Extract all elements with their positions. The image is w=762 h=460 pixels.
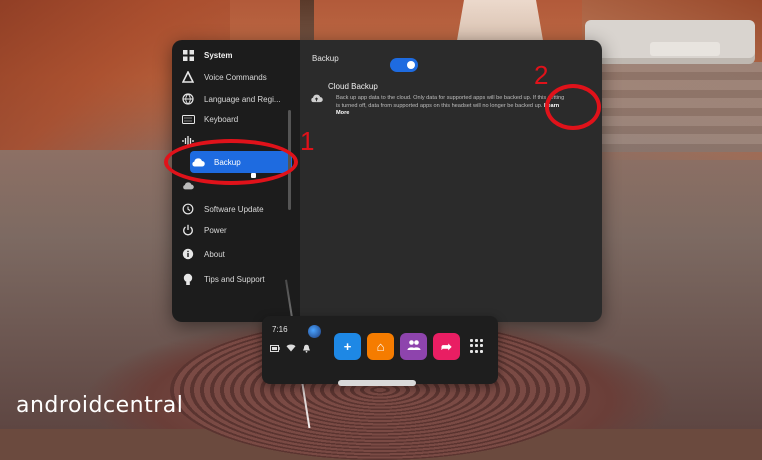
sidebar-item-power[interactable]: Power [180, 219, 292, 241]
sidebar-item-software-update[interactable]: Software Update [180, 198, 292, 220]
cloud-backup-description-text: Back up app data to the cloud. Only data… [336, 95, 565, 109]
annotation-number-1: 1 [300, 126, 315, 156]
home-indicator [338, 380, 416, 386]
toggle-knob [407, 61, 415, 69]
avatar[interactable] [308, 325, 321, 338]
keyboard-icon [180, 111, 196, 127]
bulb-icon [180, 271, 196, 287]
compass-icon: + [343, 339, 352, 354]
stone-steps [600, 62, 762, 152]
share-app-button[interactable]: ➦ [433, 333, 460, 360]
sidebar-item-label: System [204, 50, 233, 60]
sidebar-item-language[interactable]: Language and Regi... [180, 88, 292, 110]
cloud-backup-description: Back up app data to the cloud. Only data… [336, 95, 566, 118]
globe-icon [180, 91, 196, 107]
annotation-circle-backup [164, 139, 298, 185]
wifi-icon [286, 344, 296, 355]
grid-icon [180, 47, 196, 63]
sidebar-item-label: Keyboard [204, 114, 239, 124]
store-app-button[interactable]: ⌂ [367, 333, 394, 360]
sidebar-item-tips-and-support[interactable]: Tips and Support [180, 268, 292, 290]
universal-menu-taskbar: 7:16 + ⌂ ➦ [262, 316, 498, 384]
info-icon [180, 246, 196, 262]
sidebar-item-system[interactable]: System [180, 44, 292, 66]
coffee-table [650, 42, 720, 56]
cloud-backup-title: Cloud Backup [328, 82, 378, 91]
sidebar-item-label: Tips and Support [204, 274, 265, 284]
annotation-circle-toggle [545, 84, 601, 130]
explore-app-button[interactable]: + [334, 333, 361, 360]
battery-icon [270, 344, 280, 355]
store-bag-icon: ⌂ [376, 339, 385, 354]
sidebar-item-voice-commands[interactable]: Voice Commands [180, 66, 292, 88]
sidebar-item-label: About [204, 249, 225, 259]
cloud-backup-toggle[interactable] [390, 58, 418, 72]
clock: 7:16 [272, 325, 288, 334]
people-icon [407, 339, 421, 354]
sidebar-item-label: Power [204, 225, 227, 235]
status-icons [270, 344, 311, 355]
sidebar-item-label: Language and Regi... [204, 94, 281, 104]
share-arrow-icon: ➦ [441, 338, 452, 354]
settings-content: Backup Cloud Backup Back up app data to … [300, 40, 602, 322]
power-icon [180, 222, 196, 238]
sidebar-item-label: Voice Commands [204, 72, 267, 82]
page-title: Backup [312, 54, 339, 63]
annotation-number-2: 2 [534, 60, 549, 90]
sidebar-item-about[interactable]: About [180, 243, 292, 265]
sidebar-item-keyboard[interactable]: Keyboard [180, 108, 292, 130]
people-app-button[interactable] [400, 333, 427, 360]
app-library-grid-icon[interactable] [470, 339, 484, 353]
update-icon [180, 201, 196, 217]
sidebar-item-label: Software Update [204, 204, 264, 214]
watermark: androidcentral [16, 393, 184, 418]
voice-icon [180, 69, 196, 85]
notification-bell-icon[interactable] [302, 344, 311, 355]
cloud-upload-icon [310, 90, 324, 103]
